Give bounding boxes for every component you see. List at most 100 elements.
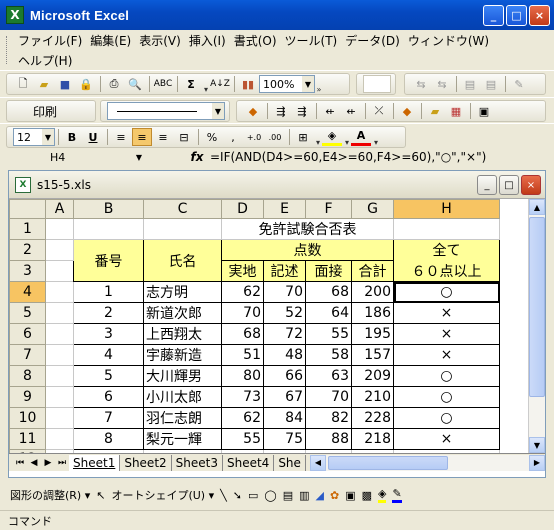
line-icon[interactable]: ╲	[220, 489, 227, 502]
cell-total[interactable]: 157	[351, 344, 394, 366]
cell-interview[interactable]: 68	[305, 281, 352, 303]
cell-result[interactable]: ×	[393, 323, 500, 345]
print-preview-icon[interactable]: 🔍	[125, 75, 145, 93]
menu-file[interactable]: ファイル(F)	[18, 32, 90, 49]
workbook-minimize-button[interactable]: _	[477, 175, 497, 195]
cell-total[interactable]: 186	[351, 302, 394, 324]
cell-number[interactable]: 5	[73, 365, 144, 387]
align-left-icon[interactable]: ≡	[111, 128, 131, 146]
bold-button[interactable]: B	[62, 128, 82, 146]
cell-name[interactable]: 梨元一輝	[143, 428, 222, 450]
header-all-cell[interactable]: 全て	[393, 239, 500, 261]
font-size-select[interactable]: 12 ▼	[13, 128, 55, 146]
new-comment-icon[interactable]: ▰	[425, 102, 445, 120]
print-icon[interactable]: ⎙	[104, 75, 124, 93]
select-all-corner[interactable]	[9, 199, 46, 219]
diagram-icon[interactable]: ✿	[330, 489, 339, 502]
cell-interview[interactable]: 55	[305, 323, 352, 345]
tab-sheet3[interactable]: Sheet3	[172, 454, 223, 471]
vertical-scrollbar[interactable]: ▲ ▼	[528, 199, 545, 453]
column-header-e[interactable]: E	[263, 199, 306, 219]
vertical-scroll-thumb[interactable]	[529, 217, 545, 397]
scroll-down-icon[interactable]: ▼	[529, 437, 545, 453]
trace-icon[interactable]: ◆	[243, 102, 263, 120]
autoshape-menu[interactable]: オートシェイプ(U) ▾	[111, 487, 214, 503]
toolbar-options-icon[interactable]: »	[315, 74, 323, 94]
column-header-g[interactable]: G	[351, 199, 394, 219]
fill-color-icon[interactable]: ◈	[378, 487, 387, 503]
row-header-11[interactable]: 11	[9, 428, 46, 450]
cell-name[interactable]: 新道次郎	[143, 302, 222, 324]
tab-sheet2[interactable]: Sheet2	[120, 454, 172, 471]
workbook-close-button[interactable]: ×	[521, 175, 541, 195]
sort-ascending-icon[interactable]: A↓Z	[210, 75, 230, 93]
draw-adjust-menu[interactable]: 図形の調整(R) ▾	[10, 487, 90, 503]
header-total-cell[interactable]: 合計	[351, 260, 394, 282]
tab-sheet4[interactable]: Sheet4	[223, 454, 275, 471]
compare2-icon[interactable]: ▤	[481, 75, 501, 93]
first-sheet-icon[interactable]: ⏮	[13, 458, 27, 468]
oval-icon[interactable]: ◯	[264, 489, 276, 502]
underline-button[interactable]: U	[83, 128, 103, 146]
cell-number[interactable]: 2	[73, 302, 144, 324]
row-header-7[interactable]: 7	[9, 344, 46, 366]
header-all-sub-cell[interactable]: ６０点以上	[393, 260, 500, 282]
zoom-select[interactable]: 100% ▼	[259, 75, 315, 93]
menu-insert[interactable]: 挿入(I)	[189, 32, 234, 49]
cell-name[interactable]: 上西翔太	[143, 323, 222, 345]
cell-written[interactable]: 70	[263, 281, 306, 303]
prev-sheet-icon[interactable]: ◀	[27, 458, 41, 468]
clipart-icon[interactable]: ▣	[345, 489, 355, 502]
cell-result[interactable]: ×	[393, 344, 500, 366]
reviewing-icon[interactable]: ⇆	[411, 75, 431, 93]
edit-icon[interactable]: ✎	[509, 75, 529, 93]
cell-interview[interactable]: 82	[305, 407, 352, 429]
column-header-d[interactable]: D	[221, 199, 264, 219]
arrow-icon[interactable]: ➘	[233, 489, 242, 502]
comma-button[interactable]: ,	[223, 128, 243, 146]
align-center-icon[interactable]: ≡	[132, 128, 152, 146]
header-name-cell[interactable]: 氏名	[143, 239, 222, 282]
row-header-10[interactable]: 10	[9, 407, 46, 429]
cell-practical[interactable]: 68	[221, 323, 264, 345]
formula-input[interactable]: =IF(AND(D4>=60,E4>=60,F4>=60),"○","×")	[208, 150, 554, 164]
fill-color-dropdown[interactable]: ▾	[343, 127, 351, 147]
cell-total[interactable]: 209	[351, 365, 394, 387]
autosum-icon[interactable]: Σ	[181, 75, 201, 93]
menu-data[interactable]: データ(D)	[345, 32, 408, 49]
cell-result-active[interactable]: ○	[393, 281, 500, 303]
cell-interview[interactable]: 58	[305, 344, 352, 366]
scroll-right-icon[interactable]: ▶	[529, 454, 545, 471]
select-objects-icon[interactable]: ↖	[96, 489, 105, 502]
trace-dependents-icon[interactable]: ⇷	[320, 102, 340, 120]
cell-written[interactable]: 75	[263, 428, 306, 450]
column-header-a[interactable]: A	[45, 199, 74, 219]
trace-precedents-icon[interactable]: ⇶	[271, 102, 291, 120]
column-header-c[interactable]: C	[143, 199, 222, 219]
horizontal-scrollbar[interactable]: ◀ ▶	[309, 454, 545, 471]
cell-total[interactable]: 210	[351, 386, 394, 408]
open-icon[interactable]: ▰	[34, 75, 54, 93]
cell-name[interactable]: 宇藤新造	[143, 344, 222, 366]
row-header-5[interactable]: 5	[9, 302, 46, 324]
next-sheet-icon[interactable]: ▶	[41, 458, 55, 468]
header-number-cell[interactable]: 番号	[73, 239, 144, 282]
cell-result[interactable]: ○	[393, 386, 500, 408]
remove-dependents-icon[interactable]: ⇷	[341, 102, 361, 120]
borders-icon[interactable]: ⊞	[293, 128, 313, 146]
minimize-button[interactable]: _	[483, 5, 504, 26]
autosum-dropdown[interactable]: ▾	[202, 74, 210, 94]
cell-name[interactable]: 大川輝男	[143, 365, 222, 387]
last-sheet-icon[interactable]: ⏭	[55, 458, 69, 468]
cell-number[interactable]: 3	[73, 323, 144, 345]
blank-combo[interactable]	[363, 75, 391, 93]
font-color-dropdown[interactable]: ▾	[372, 127, 380, 147]
cell-interview[interactable]: 63	[305, 365, 352, 387]
name-box[interactable]: H4 ▼	[2, 149, 150, 165]
watch-window-icon[interactable]: ▣	[474, 102, 494, 120]
cell-written[interactable]: 84	[263, 407, 306, 429]
remove-arrows-icon[interactable]: ⤫	[369, 102, 389, 120]
remove-precedents-icon[interactable]: ⇶	[292, 102, 312, 120]
cell-practical[interactable]: 62	[221, 407, 264, 429]
worksheet-grid[interactable]: A B C D E F G H 1 免許試験合否表 2 番号 氏名 点数 全て …	[9, 199, 500, 469]
